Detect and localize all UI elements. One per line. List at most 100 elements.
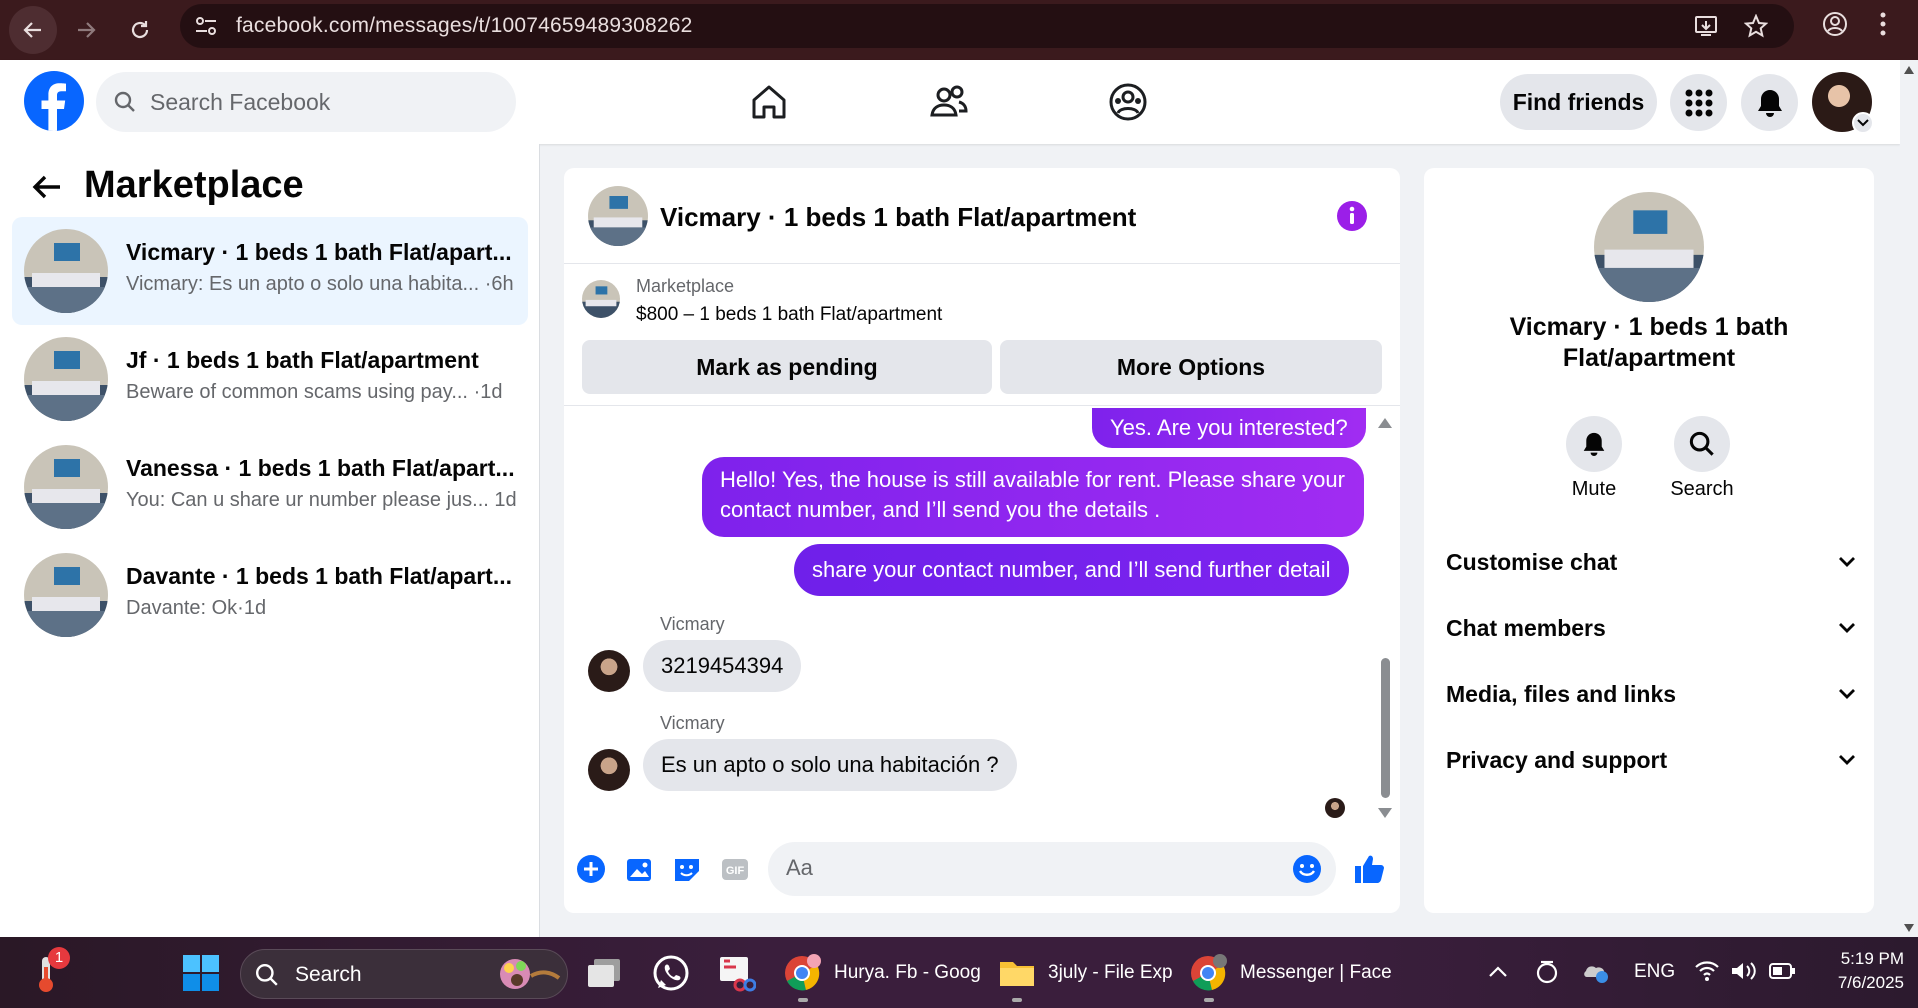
account-dropdown[interactable] <box>1852 112 1874 134</box>
chrome-window-messenger[interactable]: Messenger | Face <box>1188 947 1392 999</box>
chat-preview: You: Can u share ur number please jus...… <box>126 489 517 511</box>
taskbar-app-label: 3july - File Exp <box>1048 962 1173 983</box>
sender-avatar[interactable] <box>588 749 630 791</box>
listing-banner: Marketplace $800 – 1 beds 1 bath Flat/ap… <box>564 264 1400 406</box>
chevron-down-icon <box>1839 755 1855 765</box>
nav-home[interactable] <box>745 78 793 126</box>
weather-widget[interactable]: 1 <box>28 947 70 999</box>
snipping-tool-app[interactable] <box>716 947 756 999</box>
chat-time: ·1d <box>237 597 267 619</box>
back-arrow-icon[interactable] <box>32 174 62 200</box>
message-input[interactable]: Aa <box>768 842 1336 896</box>
onedrive-status-icon[interactable] <box>1582 959 1610 985</box>
browser-menu-icon[interactable] <box>1878 10 1888 38</box>
conversation-title[interactable]: Vicmary · 1 beds 1 bath Flat/apartment <box>660 202 1136 233</box>
back-button[interactable] <box>9 6 57 54</box>
page-scrollbar[interactable] <box>1900 60 1918 937</box>
notifications-button[interactable] <box>1741 74 1798 131</box>
listing-title[interactable]: $800 – 1 beds 1 bath Flat/apartment <box>636 304 942 326</box>
task-view-button[interactable] <box>586 947 622 999</box>
chat-item-jf[interactable]: Jf · 1 beds 1 bath Flat/apartment Beware… <box>12 325 528 433</box>
mute-button[interactable] <box>1566 416 1622 472</box>
running-indicator <box>798 998 808 1002</box>
chat-item-vanessa[interactable]: Vanessa · 1 beds 1 bath Flat/apart... Yo… <box>12 433 528 541</box>
sent-message[interactable]: Hello! Yes, the house is still available… <box>702 457 1364 537</box>
search-in-chat-button[interactable] <box>1674 416 1730 472</box>
volume-icon[interactable] <box>1730 959 1758 983</box>
emoji-icon[interactable] <box>1292 854 1322 884</box>
chevron-down-icon <box>1839 689 1855 699</box>
mute-label: Mute <box>1571 478 1617 500</box>
chat-item-vicmary[interactable]: Vicmary · 1 beds 1 bath Flat/apart... Vi… <box>12 217 528 325</box>
more-options-button[interactable]: More Options <box>1000 340 1382 394</box>
running-indicator <box>1204 998 1214 1002</box>
section-privacy-support[interactable]: Privacy and support <box>1446 732 1856 788</box>
scroll-up-arrow-icon[interactable] <box>1378 418 1392 428</box>
taskbar-search[interactable]: Search <box>240 949 568 999</box>
chat-info-name: Vicmary · 1 beds 1 bath Flat/apartment <box>1509 313 1789 372</box>
url-text: facebook.com/messages/t/1007465948930826… <box>236 14 693 37</box>
forward-button[interactable] <box>62 6 110 54</box>
chrome-window-hurya[interactable]: Hurya. Fb - Goog <box>782 947 981 999</box>
listing-thumbnail[interactable] <box>582 280 620 318</box>
nav-groups[interactable] <box>1104 78 1152 126</box>
plus-icon[interactable] <box>576 854 606 884</box>
menu-button[interactable] <box>1670 74 1727 131</box>
reload-icon <box>131 21 149 39</box>
info-icon[interactable] <box>1336 200 1368 232</box>
read-receipt-avatar <box>1325 798 1345 818</box>
listing-thumbnail <box>24 445 108 529</box>
scroll-up-arrow-icon[interactable] <box>1904 66 1914 74</box>
facebook-search-input[interactable]: Search Facebook <box>96 72 516 132</box>
taskbar-app-label: Messenger | Face <box>1240 962 1392 983</box>
running-indicator <box>1012 998 1022 1002</box>
chat-preview: Beware of common scams using pay... ·1d <box>126 381 503 403</box>
notification-badge: 1 <box>48 947 70 969</box>
site-settings-icon[interactable] <box>194 15 218 37</box>
arrow-right-icon <box>78 22 96 38</box>
clock[interactable]: 5:19 PM 7/6/2025 <box>1804 949 1904 993</box>
section-customise-chat[interactable]: Customise chat <box>1446 534 1856 590</box>
find-friends-button[interactable]: Find friends <box>1500 74 1657 130</box>
facebook-logo[interactable] <box>24 71 84 131</box>
reload-button[interactable] <box>116 6 164 54</box>
battery-icon[interactable] <box>1768 961 1796 981</box>
windows-logo-icon <box>183 955 219 991</box>
address-bar[interactable]: facebook.com/messages/t/1007465948930826… <box>180 4 1794 48</box>
chrome-icon <box>1191 954 1227 991</box>
section-media-files-links[interactable]: Media, files and links <box>1446 666 1856 722</box>
nav-friends[interactable] <box>925 78 973 126</box>
install-app-icon[interactable] <box>1694 14 1718 38</box>
chat-preview: Vicmary: Es un apto o solo una habita...… <box>126 273 514 295</box>
chat-title: Jf · 1 beds 1 bath Flat/apartment <box>126 347 479 373</box>
whatsapp-app[interactable] <box>652 947 690 999</box>
sent-message[interactable]: Yes. Are you interested? <box>1092 408 1366 448</box>
bookmark-star-icon[interactable] <box>1744 14 1768 38</box>
sticker-icon[interactable] <box>672 854 702 884</box>
taskbar-app-label: Hurya. Fb - Goog <box>834 962 981 983</box>
sender-avatar[interactable] <box>588 650 630 692</box>
photo-icon[interactable] <box>624 854 654 884</box>
camera-privacy-icon[interactable] <box>1535 959 1559 985</box>
sent-message[interactable]: share your contact number, and I’ll send… <box>794 544 1349 596</box>
wifi-icon[interactable] <box>1694 959 1720 983</box>
section-chat-members[interactable]: Chat members <box>1446 600 1856 656</box>
scroll-down-arrow-icon[interactable] <box>1378 808 1392 818</box>
gif-icon[interactable]: GIF <box>720 854 750 884</box>
start-button[interactable] <box>182 947 220 999</box>
search-placeholder: Search Facebook <box>150 88 331 115</box>
profile-icon[interactable] <box>1822 11 1848 37</box>
scroll-down-arrow-icon[interactable] <box>1904 924 1914 932</box>
conversation-avatar[interactable] <box>588 186 648 246</box>
chat-item-davante[interactable]: Davante · 1 beds 1 bath Flat/apart... Da… <box>12 541 528 649</box>
mark-as-pending-button[interactable]: Mark as pending <box>582 340 992 394</box>
received-message[interactable]: Es un apto o solo una habitación ? <box>643 739 1017 791</box>
thumbs-up-icon[interactable] <box>1352 852 1386 886</box>
file-explorer-window[interactable]: 3july - File Exp <box>998 947 1173 999</box>
listing-thumbnail <box>24 553 108 637</box>
language-indicator[interactable]: ENG <box>1634 961 1675 983</box>
message-scrollbar-thumb[interactable] <box>1381 658 1390 798</box>
bell-icon <box>1757 89 1782 117</box>
chevron-up-icon[interactable] <box>1488 964 1508 978</box>
received-message[interactable]: 3219454394 <box>643 640 802 692</box>
